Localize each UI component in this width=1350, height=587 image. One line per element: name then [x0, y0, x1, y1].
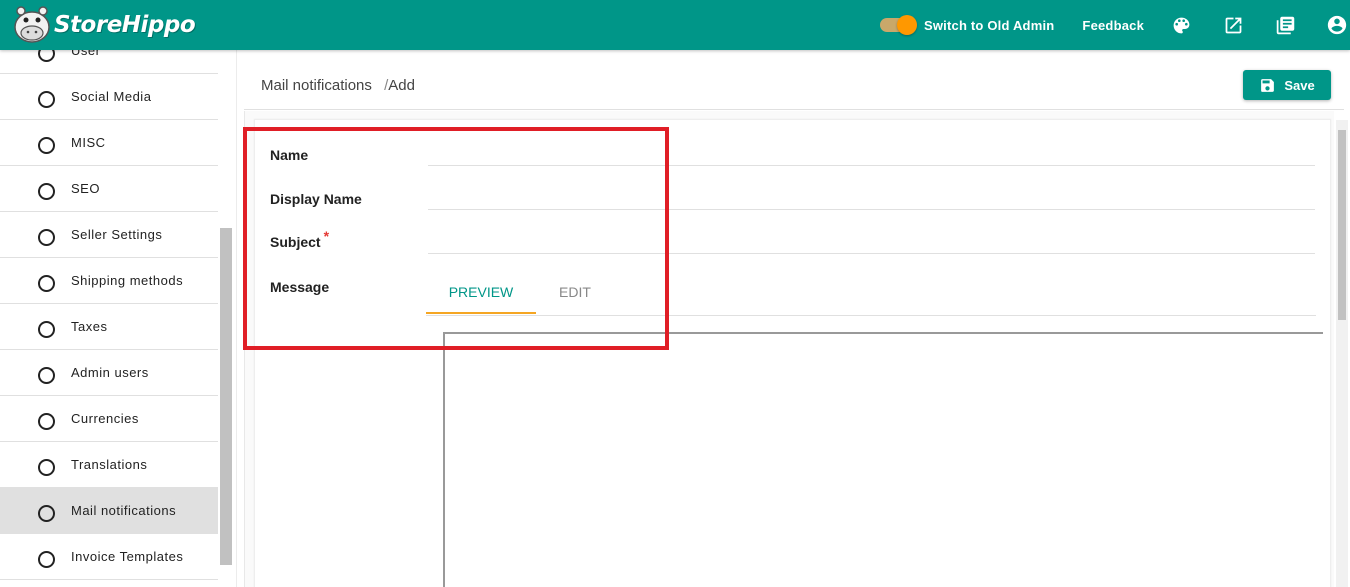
old-admin-toggle[interactable] [879, 15, 917, 35]
sidebar-scrollbar[interactable] [220, 228, 232, 565]
main-scrollbar[interactable] [1336, 120, 1348, 587]
radio-circle-icon [38, 275, 55, 292]
library-icon[interactable] [1274, 14, 1296, 36]
message-preview-frame[interactable] [443, 332, 1323, 587]
top-bar: StoreHippo Switch to Old Admin Feedback [0, 0, 1350, 50]
account-icon[interactable] [1326, 14, 1348, 36]
save-button[interactable]: Save [1243, 70, 1331, 100]
save-icon [1261, 78, 1275, 92]
sidebar-item-admin-users[interactable]: Admin users [0, 350, 218, 396]
radio-circle-icon [38, 459, 55, 476]
sidebar-divider [236, 50, 237, 587]
sidebar-item-label: Mail notifications [71, 503, 177, 518]
radio-circle-icon [38, 505, 55, 522]
sidebar-item-label: Shipping methods [71, 273, 184, 288]
sidebar-item-taxes[interactable]: Taxes [0, 304, 218, 350]
radio-circle-icon [38, 229, 55, 246]
sidebar-item-label: Seller Settings [71, 227, 163, 242]
sidebar-item-label: Taxes [71, 319, 108, 334]
radio-circle-icon [38, 551, 55, 568]
sidebar-item-label: Social Media [71, 89, 152, 104]
brand-name: StoreHippo [54, 12, 196, 38]
radio-circle-icon [38, 321, 55, 338]
sidebar-item-seller-settings[interactable]: Seller Settings [0, 212, 218, 258]
radio-circle-icon [38, 91, 55, 108]
sidebar-item-mail-notifications[interactable]: Mail notifications [0, 488, 218, 534]
sidebar-item-seo[interactable]: SEO [0, 166, 218, 212]
feedback-link[interactable]: Feedback [1082, 18, 1144, 33]
sidebar-item-translations[interactable]: Translations [0, 442, 218, 488]
breadcrumb-section[interactable]: Mail notifications [261, 77, 372, 94]
page-header: Mail notifications /Add Save [244, 58, 1344, 110]
radio-circle-icon [38, 413, 55, 430]
radio-circle-icon [38, 183, 55, 200]
palette-icon[interactable] [1170, 14, 1192, 36]
hippo-mascot-icon [14, 6, 50, 43]
highlight-box [243, 127, 669, 350]
main-scrollbar-thumb[interactable] [1338, 130, 1346, 320]
sidebar-item-shipping-methods[interactable]: Shipping methods [0, 258, 218, 304]
sidebar-item-misc[interactable]: MISC [0, 120, 218, 166]
sidebar-item-social-media[interactable]: Social Media [0, 74, 218, 120]
radio-circle-icon [38, 367, 55, 384]
breadcrumb: Mail notifications /Add [261, 77, 415, 94]
sidebar-list: User Social Media MISC SEO Seller Settings Sh… [0, 50, 218, 580]
sidebar-item-user[interactable]: User [0, 50, 218, 74]
radio-circle-icon [38, 137, 55, 154]
toggle-knob [896, 15, 917, 35]
settings-sidebar: User Social Media MISC SEO Seller Settings Sh… [0, 50, 236, 587]
breadcrumb-current: Add [388, 77, 415, 94]
sidebar-item-label: Admin users [71, 365, 149, 380]
sidebar-item-label: Currencies [71, 411, 139, 426]
sidebar-item-currencies[interactable]: Currencies [0, 396, 218, 442]
sidebar-item-label: Invoice Templates [71, 549, 184, 564]
sidebar-item-label: MISC [71, 135, 106, 150]
switch-old-admin-label[interactable]: Switch to Old Admin [924, 18, 1054, 33]
radio-circle-icon [38, 50, 55, 62]
brand-logo[interactable]: StoreHippo [10, 4, 196, 46]
open-external-icon[interactable] [1222, 14, 1244, 36]
save-button-label: Save [1284, 77, 1315, 93]
sidebar-item-label: SEO [71, 181, 100, 196]
sidebar-item-label: Translations [71, 457, 148, 472]
sidebar-item-label: User [71, 50, 101, 58]
sidebar-item-invoice-templates[interactable]: Invoice Templates [0, 534, 218, 580]
